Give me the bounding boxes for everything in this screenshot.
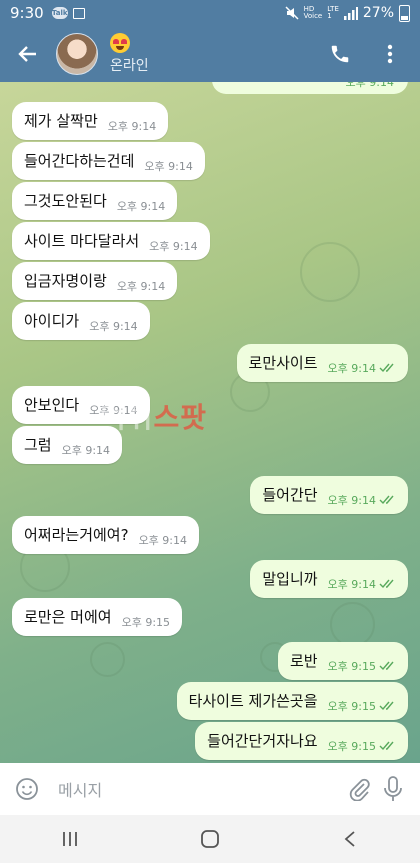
message-outgoing[interactable]: 로만사이트 오후 9:14	[236, 344, 408, 382]
system-back-button[interactable]	[325, 819, 375, 859]
talk-notification-icon: Talk	[51, 7, 68, 19]
message-outgoing[interactable]: 들어간단 오후 9:14	[250, 476, 408, 514]
gallery-notification-icon	[72, 7, 85, 19]
home-button[interactable]	[185, 819, 235, 859]
phone-icon	[331, 45, 349, 63]
message-outgoing[interactable]: 말입니까 오후 9:14	[250, 560, 408, 598]
message-text: 들어간다하는건데	[24, 152, 135, 170]
message-incoming[interactable]: 제가 살짝만 오후 9:14	[12, 102, 169, 140]
double-check-icon	[379, 363, 394, 373]
double-check-icon	[379, 741, 394, 751]
message-incoming[interactable]: 그것도안된다 오후 9:14	[12, 182, 178, 220]
watermark-part2: 스팟	[153, 401, 208, 434]
message-time: 오후 9:14	[144, 160, 193, 173]
double-check-icon	[379, 701, 394, 711]
message-text: 그것도안된다	[24, 192, 107, 210]
message-time: 오후 9:14	[327, 362, 376, 375]
battery-percent: 27%	[362, 5, 394, 21]
volte-icon: HD Voice	[303, 5, 323, 20]
message-text: 제가 살짝만	[24, 112, 98, 130]
lte-icon: LTE 1	[327, 5, 339, 20]
partial-outgoing-bubble: 오후 9:14	[212, 82, 408, 94]
message-text: 들어간단	[262, 486, 318, 504]
recents-icon	[63, 832, 77, 846]
back-arrow-icon	[18, 46, 36, 62]
message-time: 오후 9:14	[138, 534, 188, 547]
message-outgoing[interactable]: 로반 오후 9:15	[277, 642, 408, 680]
chat-header: 온라인	[0, 26, 420, 82]
battery-icon	[399, 4, 410, 22]
status-time: 9:30	[10, 4, 44, 22]
message-time: 오후 9:14	[345, 82, 394, 89]
smiley-icon	[16, 778, 38, 800]
paperclip-icon	[349, 778, 370, 801]
message-text: 입금자명이랑	[24, 272, 107, 290]
message-incoming[interactable]: 로만은 머에여 오후 9:15	[12, 598, 183, 636]
more-vert-icon	[387, 44, 393, 64]
message-text: 들어간단거자나요	[207, 732, 318, 750]
status-bar: 9:30 Talk HD Voice LTE 1 27%	[0, 0, 420, 26]
double-check-icon	[379, 495, 394, 505]
message-text: 말입니까	[262, 570, 318, 588]
message-incoming[interactable]: 사이트 마다달라서 오후 9:14	[12, 222, 210, 260]
message-time: 오후 9:14	[327, 494, 376, 507]
recent-apps-button[interactable]	[45, 819, 95, 859]
message-incoming[interactable]: 어쩌라는거에여? 오후 9:14	[12, 516, 200, 554]
message-text: 로만은 머에여	[24, 608, 112, 626]
emoji-button[interactable]	[10, 772, 44, 806]
microphone-icon	[384, 776, 402, 801]
message-time: 오후 9:15	[327, 740, 376, 753]
chat-area[interactable]: 오후 9:14 제가 살짝만 오후 9:14 들어간다하는건데 오후 9:14 …	[0, 82, 420, 763]
message-time: 오후 9:14	[107, 120, 157, 133]
contact-title[interactable]: 온라인	[110, 33, 149, 75]
message-incoming[interactable]: 아이디가 오후 9:14	[12, 302, 150, 340]
message-text: 그럼	[24, 436, 52, 454]
message-text: 아이디가	[24, 312, 80, 330]
double-check-icon	[379, 661, 394, 671]
back-button[interactable]	[0, 26, 56, 82]
message-text: 사이트 마다달라서	[24, 232, 140, 250]
online-status: 온라인	[110, 58, 149, 74]
message-incoming[interactable]: 입금자명이랑 오후 9:14	[12, 262, 178, 300]
message-input-bar: 메시지	[0, 763, 420, 815]
more-button[interactable]	[372, 36, 408, 72]
message-text: 로반	[289, 652, 318, 670]
message-input[interactable]: 메시지	[58, 777, 342, 801]
message-incoming[interactable]: 들어간다하는건데 오후 9:14	[12, 142, 205, 180]
message-time: 오후 9:15	[327, 660, 376, 673]
call-button[interactable]	[322, 36, 358, 72]
watermark-logo: 먹튀스팟	[100, 396, 207, 436]
message-time: 오후 9:14	[149, 240, 198, 253]
message-text: 타사이트 제가쓴곳을	[188, 692, 318, 710]
message-text: 로만사이트	[248, 354, 318, 372]
message-time: 오후 9:14	[89, 320, 138, 333]
chevron-left-icon	[344, 831, 355, 847]
message-time: 오후 9:15	[327, 700, 376, 713]
message-time: 오후 9:15	[121, 616, 171, 629]
attach-button[interactable]	[342, 772, 376, 806]
message-text: 어쩌라는거에여?	[24, 526, 129, 544]
contact-avatar[interactable]	[56, 33, 98, 75]
message-time: 오후 9:14	[116, 200, 166, 213]
voice-button[interactable]	[376, 772, 410, 806]
message-outgoing[interactable]: 들어간단거자나요 오후 9:15	[195, 722, 408, 760]
message-time: 오후 9:14	[61, 444, 111, 457]
message-time: 오후 9:14	[116, 280, 166, 293]
message-outgoing[interactable]: 타사이트 제가쓴곳을 오후 9:15	[176, 682, 408, 720]
system-navigation-bar	[0, 815, 420, 863]
message-text: 안보인다	[24, 396, 80, 414]
mute-icon	[285, 6, 299, 20]
watermark-part1: 먹튀	[100, 401, 154, 434]
home-icon	[201, 830, 219, 848]
signal-icon	[343, 6, 358, 20]
heart-eyes-emoji	[110, 33, 130, 53]
message-time: 오후 9:14	[327, 578, 376, 591]
double-check-icon	[379, 579, 394, 589]
